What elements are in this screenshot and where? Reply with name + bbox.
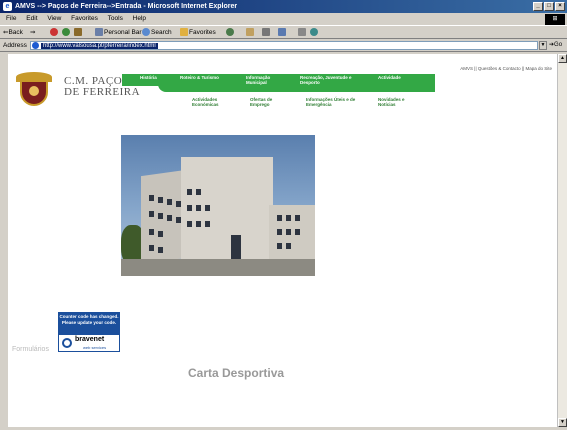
photo-window [286,215,291,221]
photo-window [205,205,210,211]
menu-favorites[interactable]: Favorites [71,15,98,22]
address-input[interactable]: http://www.valsousa.pt/pferreira/index.h… [30,41,538,50]
formularios-link[interactable]: Formulários [12,346,49,353]
page-viewport: AMVS || Questões & Contacto || Mapa do S… [8,54,557,427]
window-controls: _ □ × [533,2,565,11]
bravenet-logo: bravenet web services [58,334,120,352]
go-button[interactable]: ➔Go [549,39,562,52]
photo-window [196,189,201,195]
photo-window [149,211,154,217]
home-icon[interactable] [74,26,83,40]
photo-entrance [231,235,241,259]
windows-logo-icon: ⊞ [545,14,565,25]
municipal-crest-logo [16,72,52,106]
window-frame-left [0,54,8,427]
forward-button[interactable]: ⇒ [30,26,35,40]
counter-message: Counter code has changed. Please update … [58,312,120,334]
menu-bar: File Edit View Favorites Tools Help [0,13,567,25]
history-icon[interactable] [226,26,235,40]
nav-informacao-municipal[interactable]: Informação Municipal [246,75,280,85]
window-titlebar: e AMVS --> Paços de Ferreira-->Entrada -… [0,0,567,13]
scroll-down-icon[interactable]: ▼ [558,418,567,427]
minimize-button[interactable]: _ [533,2,543,11]
photo-window [277,243,282,249]
nav-roteiro-turismo[interactable]: Roteiro & Turismo [180,75,224,80]
maximize-button[interactable]: □ [544,2,554,11]
photo-window [158,247,163,253]
bravenet-name: bravenet [75,336,105,343]
photo-window [187,189,192,195]
ie-app-icon: e [3,2,12,11]
nav-actividades-economicas[interactable]: Actividades Económicas [192,97,232,107]
photo-window [149,195,154,201]
edit-icon[interactable] [278,26,287,40]
photo-window [295,215,300,221]
address-dropdown-icon[interactable]: ▼ [539,41,547,50]
carta-desportiva-link[interactable]: Carta Desportiva [188,366,284,380]
nav-actividade[interactable]: Actividade [378,75,412,80]
search-button[interactable]: Search [142,26,172,40]
town-hall-photo [121,135,315,276]
photo-window [286,229,291,235]
messenger-icon[interactable] [310,26,319,40]
menu-view[interactable]: View [47,15,61,22]
nav-ofertas-emprego[interactable]: Ofertas de Emprego [250,97,284,107]
personal-bar-button[interactable]: Personal Bar [95,26,142,40]
photo-window [205,221,210,227]
top-utility-links[interactable]: AMVS || Questões & Contacto || Mapa do S… [460,66,552,71]
window-title: AMVS --> Paços de Ferreira-->Entrada - M… [15,3,238,10]
toolbar: ⇐Back ⇒ Personal Bar Search Favorites [0,25,567,39]
photo-window [286,243,291,249]
photo-window [158,213,163,219]
discuss-icon[interactable] [298,26,307,40]
nav-novidades-noticias[interactable]: Novidades e Notícias [378,97,412,107]
print-icon[interactable] [262,26,271,40]
vertical-scrollbar[interactable]: ▲ ▼ [557,54,567,427]
page-icon [32,42,39,49]
photo-window [187,221,192,227]
nav-informacoes-uteis[interactable]: Informações Úteis e de Emergência [306,97,362,107]
favorites-button[interactable]: Favorites [180,26,216,40]
photo-window [196,221,201,227]
photo-building-main [181,157,273,261]
photo-window [196,205,201,211]
address-url[interactable]: http://www.valsousa.pt/pferreira/index.h… [41,43,158,49]
nav-swoosh-decoration [158,84,435,92]
nav-recreacao-juventude-desporto[interactable]: Recreação, Juventude e Desporto [300,75,352,85]
photo-window [167,199,172,205]
photo-window [158,197,163,203]
brand-line-2: DE FERREIRA [64,86,141,98]
photo-window [176,201,181,207]
bravenet-sub: web services [83,345,107,350]
stop-icon[interactable] [50,26,59,40]
bravenet-logo-icon [62,338,72,348]
photo-window [187,205,192,211]
photo-window [277,215,282,221]
photo-window [295,229,300,235]
photo-window [277,229,282,235]
menu-edit[interactable]: Edit [26,15,37,22]
address-bar: Address http://www.valsousa.pt/pferreira… [0,39,567,52]
address-label: Address [3,42,27,49]
scroll-up-icon[interactable]: ▲ [558,54,567,63]
photo-window [149,245,154,251]
photo-ground [121,259,315,276]
nav-historia[interactable]: História [140,75,164,80]
mail-icon[interactable] [246,26,255,40]
photo-building-right [269,205,315,261]
back-button[interactable]: ⇐Back [3,26,23,40]
menu-tools[interactable]: Tools [108,15,123,22]
menu-help[interactable]: Help [133,15,146,22]
photo-window [149,229,154,235]
photo-window [167,215,172,221]
menu-file[interactable]: File [6,15,16,22]
bravenet-counter-badge[interactable]: Counter code has changed. Please update … [58,312,120,354]
refresh-icon[interactable] [62,26,71,40]
photo-window [176,217,181,223]
close-button[interactable]: × [555,2,565,11]
photo-window [158,231,163,237]
